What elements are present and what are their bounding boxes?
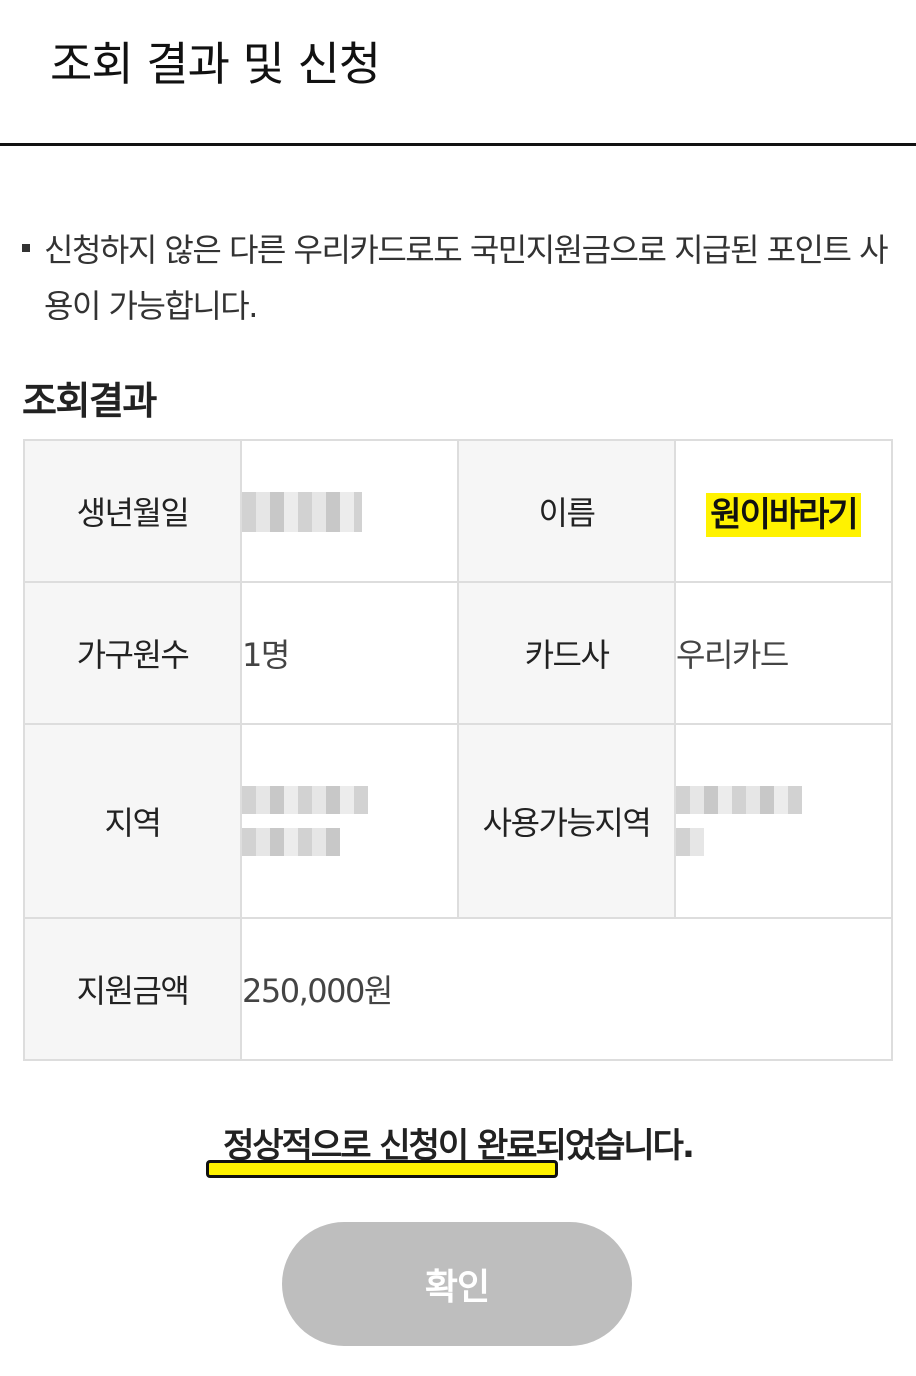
birth-value <box>240 439 459 583</box>
amount-value: 250,000원 <box>240 917 893 1061</box>
highlight-underline-mark <box>206 1160 558 1178</box>
confirm-button[interactable]: 확인 <box>282 1222 632 1346</box>
result-section-title: 조회결과 <box>22 379 157 423</box>
household-value: 1명 <box>240 581 459 725</box>
card-value: 우리카드 <box>674 581 893 725</box>
redacted-region-line2 <box>243 828 340 856</box>
region-label: 지역 <box>23 723 242 919</box>
card-label: 카드사 <box>457 581 676 725</box>
redacted-birthdate <box>243 491 362 532</box>
page-title: 조회 결과 및 신청 <box>50 37 381 91</box>
bullet-icon <box>22 244 30 252</box>
usable-region-label: 사용가능지역 <box>457 723 676 919</box>
name-value-cell: 원이바라기 <box>674 439 893 583</box>
amount-label: 지원금액 <box>23 917 242 1061</box>
table-row: 지원금액 250,000원 <box>23 917 893 1061</box>
table-row: 지역 사용가능지역 <box>23 723 893 919</box>
redacted-usable-region-line1 <box>677 786 802 814</box>
birth-label: 생년월일 <box>23 439 242 583</box>
result-table: 생년월일 이름 원이바라기 가구원수 1명 카드사 우리카드 지역 사용가능지역 <box>23 439 893 1061</box>
redacted-region-line1 <box>243 786 368 814</box>
name-label: 이름 <box>457 439 676 583</box>
name-value: 원이바라기 <box>706 492 861 537</box>
usable-region-value <box>674 723 893 919</box>
page-header: 조회 결과 및 신청 <box>0 0 916 146</box>
notice-text: 신청하지 않은 다른 우리카드로도 국민지원금으로 지급된 포인트 사용이 가능… <box>44 231 889 325</box>
table-row: 가구원수 1명 카드사 우리카드 <box>23 581 893 725</box>
household-label: 가구원수 <box>23 581 242 725</box>
notice-box: 신청하지 않은 다른 우리카드로도 국민지원금으로 지급된 포인트 사용이 가능… <box>22 222 902 334</box>
table-row: 생년월일 이름 원이바라기 <box>23 439 893 583</box>
region-value <box>240 723 459 919</box>
redacted-usable-region-line2 <box>677 828 704 856</box>
